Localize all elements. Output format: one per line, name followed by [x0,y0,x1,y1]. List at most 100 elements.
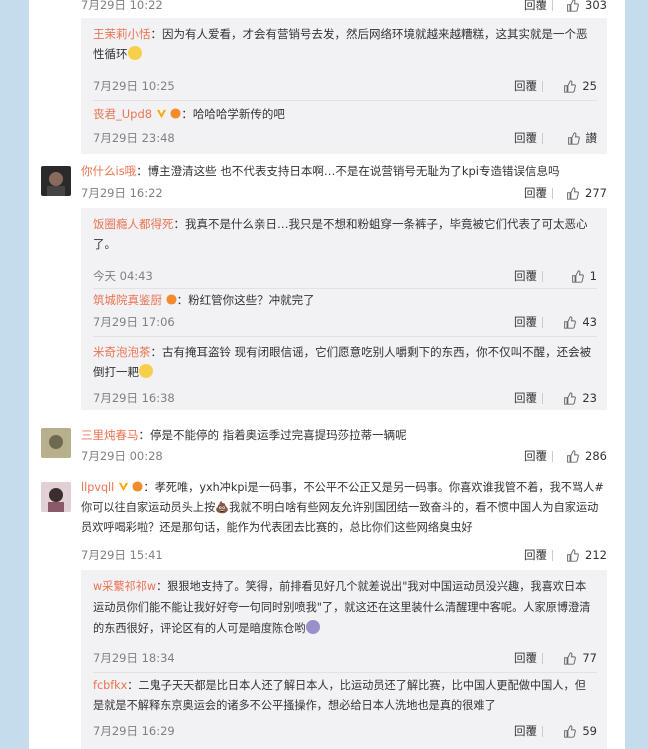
like-count: 25 [582,79,597,93]
avatar[interactable] [41,166,71,196]
reply-button[interactable]: 回覆 [524,183,547,203]
comment-body: ：孝死唯，yxh冲kpi是一码事，不公平不公正又是另一码事。你喜欢谁我管不着，我… [81,481,604,534]
thumbs-up-icon [564,392,577,405]
reply-button[interactable]: 回覆 [514,266,537,286]
reply-username[interactable]: 筑城院真鉴厨 [93,293,162,307]
reply-button[interactable]: 回覆 [514,128,537,148]
reply-text: 王茉莉小恬：因为有人爱看，才会有营销号去发，然后网络环境就越来越糟糕，这其实就是… [93,24,597,64]
reply-separator [93,100,597,101]
like-count: 286 [585,449,607,463]
reply-text: fcbfkx：二鬼子天天都是比日本人还了解日本人，比运动员还了解比赛，比中国人更… [93,676,597,716]
thumbs-up-icon [567,549,579,562]
emoji-icon [305,620,320,634]
reply-button[interactable]: 回覆 [514,388,537,408]
comment-text: 你什么is哦：博主澄清这些 也不代表支持日本啊…不是在说营销号无耻为了kpi专造… [81,161,607,181]
comment-meta: 7月29日 00:28 回覆 286 [81,446,607,466]
reply-button[interactable]: 回覆 [524,0,547,15]
reply-button[interactable]: 回覆 [524,446,547,466]
reply-meta: 今天 04:43 回覆 1 [93,266,597,286]
reply-username[interactable]: 米奇泡泡茶 [93,345,151,359]
like-count: 讃 [585,131,598,145]
divider [552,0,553,11]
reply-time: 今天 04:43 [93,269,153,283]
reply-button[interactable]: 回覆 [524,545,547,565]
reply-time: 7月29日 16:29 [93,724,175,738]
like-button[interactable]: 25 [547,76,597,96]
thumbs-up-icon [564,652,577,665]
reply-text: 饭圈瘾人都得死：我真不是什么亲日…我只是不想和粉蛆穿一条裤子，毕竟被它们代表了可… [93,214,597,254]
divider [552,550,553,561]
like-count: 43 [582,315,597,329]
reply-username[interactable]: 王茉莉小恬 [93,27,151,41]
like-button[interactable]: 59 [547,721,597,741]
like-button[interactable]: 23 [547,388,597,408]
comment-time: 7月29日 16:22 [81,186,163,200]
comment-username[interactable]: llpvqll [81,481,114,494]
like-count: 77 [582,651,597,665]
like-button[interactable]: 77 [547,648,597,668]
reply-time: 7月29日 23:48 [93,131,175,145]
divider [542,133,543,144]
divider [542,393,543,404]
divider [542,653,543,664]
like-button[interactable]: 43 [547,312,597,332]
comment-username[interactable]: 你什么is哦 [81,164,136,178]
vip-icon [132,481,143,492]
reply-button[interactable]: 回覆 [514,721,537,741]
like-button[interactable]: 1 [547,266,597,286]
like-count: 1 [589,269,597,283]
comment-body: ：停是不能停的 指着奥运季过完喜提玛莎拉蒂一辆呢 [138,428,407,442]
reply-button[interactable]: 回覆 [514,312,537,332]
comment-meta: 7月29日 15:41 回覆 212 [81,545,607,565]
like-count: 212 [585,548,607,562]
avatar[interactable] [41,428,71,458]
like-button[interactable]: 讃 [547,128,597,148]
reply-text: 丧君_Upd8 ：哈哈哈学新传的吧 [93,104,597,124]
like-button[interactable]: 303 [557,0,607,15]
thumbs-up-icon [564,80,577,93]
reply-button[interactable]: 回覆 [514,76,537,96]
comment-time: 7月29日 15:41 [81,548,163,562]
reply-username[interactable]: fcbfkx [93,679,127,692]
vip-icon [166,294,177,305]
comment-meta: 7月29日 10:22 回覆 303 [81,0,607,15]
reply-text: w采蘩祁祁w：狠狠地支持了。笑得，前排看见好几个就差说出"我对中国运动员没兴趣，… [93,576,597,639]
thumbs-up-icon [571,270,584,283]
comment-body: ：博主澄清这些 也不代表支持日本啊…不是在说营销号无耻为了kpi专造错误信息吗 [136,164,560,178]
comment-username[interactable]: 三里炖春马 [81,428,139,442]
reply-separator [93,672,597,673]
reply-time: 7月29日 17:06 [93,315,175,329]
like-button[interactable]: 277 [557,183,607,203]
reply-meta: 7月29日 17:06 回覆 43 [93,312,597,332]
like-count: 23 [582,391,597,405]
reply-username[interactable]: 饭圈瘾人都得死 [93,217,174,231]
like-button[interactable]: 286 [557,446,607,466]
thumbs-up-icon [564,725,577,738]
divider [542,726,543,737]
reply-list: 王茉莉小恬：因为有人爱看，才会有营销号去发，然后网络环境就越来越糟糕，这其实就是… [81,18,607,154]
reply-meta: 7月29日 23:48 回覆 讃 [93,128,597,148]
reply-meta: 7月29日 16:29 回覆 59 [93,721,597,741]
divider [542,271,543,282]
like-count: 277 [585,186,607,200]
reply-time: 7月29日 18:34 [93,651,175,665]
reply-body: ：因为有人爱看，才会有营销号去发，然后网络环境就越来越糟糕，这其实就是一个恶性循… [93,27,588,61]
reply-meta: 7月29日 16:38 回覆 23 [93,388,597,408]
thumbs-up-icon [567,450,579,463]
reply-text: 筑城院真鉴厨 ：粉红管你这些？冲就完了 [93,290,597,310]
reply-list: 饭圈瘾人都得死：我真不是什么亲日…我只是不想和粉蛆穿一条裤子，毕竟被它们代表了可… [81,208,607,410]
avatar[interactable] [41,482,71,512]
reply-body: ：粉红管你这些？冲就完了 [176,293,315,307]
reply-time: 7月29日 10:25 [93,79,175,93]
reply-username[interactable]: 丧君_Upd8 [93,107,152,121]
comment-panel: 7月29日 10:22 回覆 303 王茉莉小恬：因为有人爱看，才会有营销号去发… [29,0,625,749]
thumbs-up-icon [564,316,577,329]
thumbs-up-icon [567,0,579,12]
reply-body: ：哈哈哈学新传的吧 [181,107,285,121]
reply-time: 7月29日 16:38 [93,391,175,405]
like-button[interactable]: 212 [557,545,607,565]
emoji-icon [127,46,142,60]
reply-username[interactable]: w采蘩祁祁w [93,580,156,593]
reply-text: 米奇泡泡茶：古有掩耳盗铃 现有闭眼信谣，它们愿意吃别人嚼剩下的东西，你不仅叫不醒… [93,342,597,382]
reply-button[interactable]: 回覆 [514,648,537,668]
